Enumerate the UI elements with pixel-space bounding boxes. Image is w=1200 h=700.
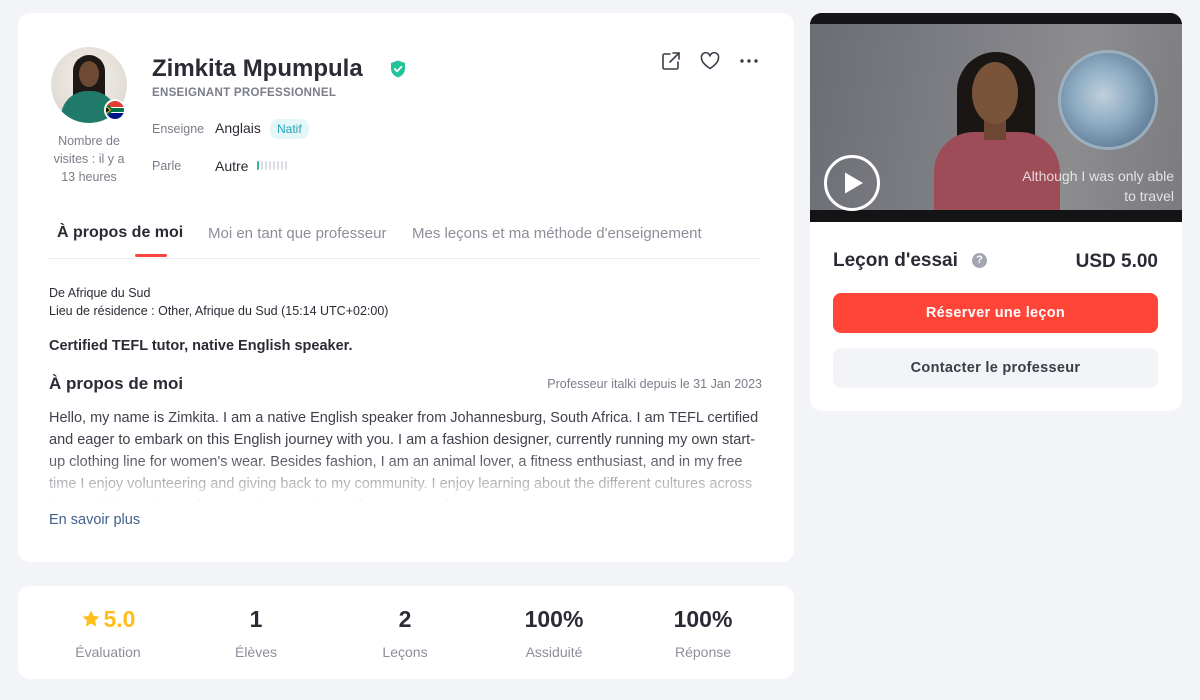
teacher-role: ENSEIGNANT PROFESSIONNEL: [152, 87, 337, 99]
level-bar: [281, 161, 283, 170]
speaks-value: Autre: [215, 158, 249, 174]
tab-lessons-method[interactable]: Mes leçons et ma méthode d'enseignement: [412, 225, 702, 242]
stat-label: Réponse: [674, 644, 732, 660]
language-level-bars: [257, 161, 287, 170]
stat-value: 5.0: [103, 606, 136, 632]
level-bar: [269, 161, 271, 170]
teacher-name: Zimkita Mpumpula: [152, 55, 363, 82]
teaches-value: Anglais: [215, 120, 261, 136]
active-tab-indicator: [135, 254, 167, 257]
stat-value: 100%: [524, 606, 584, 632]
residence: Lieu de résidence : Other, Afrique du Su…: [49, 304, 389, 318]
tab-about-me[interactable]: À propos de moi: [57, 224, 183, 242]
origin-country: De Afrique du Sud: [49, 286, 151, 300]
stat-lessons: 2 Leçons: [330, 604, 480, 660]
contact-teacher-button[interactable]: Contacter le professeur: [833, 348, 1158, 388]
help-icon[interactable]: ?: [972, 253, 987, 268]
trial-lesson-label: Leçon d'essai: [833, 250, 958, 271]
booking-card: Although I was only able to travel Leçon…: [810, 13, 1182, 411]
level-bar: [277, 161, 279, 170]
globe-image: [1058, 50, 1158, 150]
video-subtitle: Although I was only able to travel: [894, 166, 1174, 206]
level-bar: [273, 161, 275, 170]
bio-fade: [49, 453, 765, 505]
headline: Certified TEFL tutor, native English spe…: [49, 338, 353, 354]
stat-value: 2: [398, 606, 412, 632]
origin-info: De Afrique du Sud Lieu de résidence : Ot…: [49, 284, 388, 320]
stat-response: 100% Réponse: [628, 604, 778, 660]
level-bar: [265, 161, 267, 170]
teacher-since: Professeur italki depuis le 31 Jan 2023: [547, 377, 762, 391]
verified-shield-icon: [390, 60, 406, 78]
subtitle-line: Although I was only able: [1022, 168, 1174, 184]
stat-label: Élèves: [234, 644, 278, 660]
stat-students: 1 Élèves: [181, 604, 331, 660]
native-badge: Natif: [270, 119, 309, 139]
level-bar: [261, 161, 263, 170]
profile-card: Nombre de visites : il y a 13 heures Zim…: [18, 13, 794, 562]
heart-icon[interactable]: [699, 50, 721, 72]
play-icon[interactable]: [824, 155, 880, 211]
more-icon[interactable]: [738, 50, 760, 72]
speaks-label: Parle: [152, 159, 182, 173]
level-bar: [257, 161, 259, 170]
share-icon[interactable]: [660, 50, 682, 72]
intro-video[interactable]: Although I was only able to travel: [810, 13, 1182, 222]
profile-tabs: À propos de moi Moi en tant que professe…: [49, 223, 761, 259]
about-title: À propos de moi: [49, 374, 184, 393]
stats-card: 5.0 Évaluation 1 Élèves 2 Leçons 100% As…: [18, 586, 794, 679]
trial-price: USD 5.00: [1075, 251, 1158, 272]
visits-text: Nombre de visites : il y a 13 heures: [53, 134, 125, 184]
read-more-link[interactable]: En savoir plus: [49, 512, 140, 528]
level-bar: [285, 161, 287, 170]
tab-as-teacher[interactable]: Moi en tant que professeur: [208, 225, 386, 242]
stat-attendance: 100% Assiduité: [479, 604, 629, 660]
teaches-label: Enseigne: [152, 122, 205, 136]
stat-rating: 5.0 Évaluation: [33, 604, 183, 660]
subtitle-line: to travel: [1124, 188, 1174, 204]
stat-label: Évaluation: [75, 644, 141, 660]
stat-value: 1: [249, 606, 263, 632]
book-lesson-button[interactable]: Réserver une leçon: [833, 293, 1158, 333]
stat-label: Assiduité: [525, 644, 583, 660]
south-africa-flag-icon: [104, 99, 126, 121]
stat-value: 100%: [673, 606, 733, 632]
star-icon: [81, 609, 101, 629]
stat-label: Leçons: [382, 644, 428, 660]
